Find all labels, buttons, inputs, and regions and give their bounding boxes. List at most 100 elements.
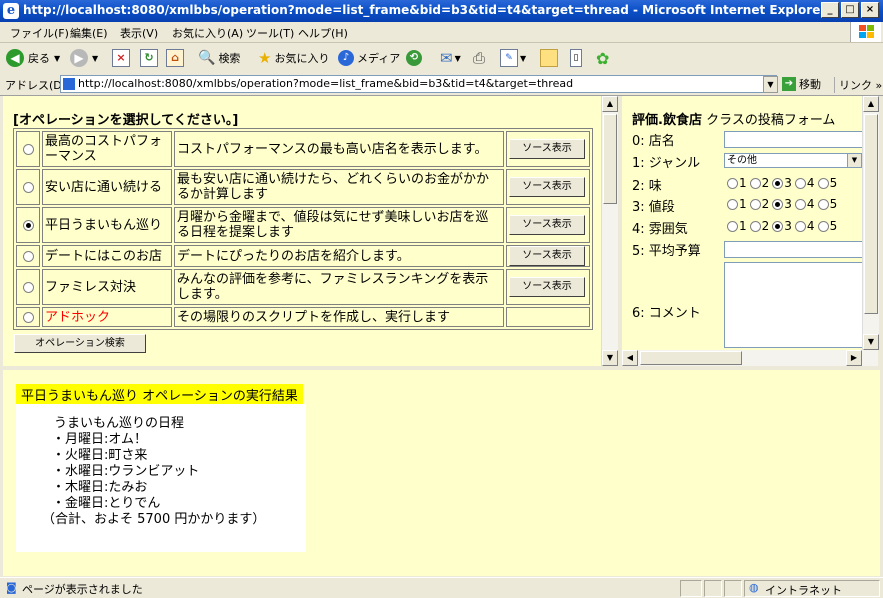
source-view-button[interactable]: ソース表示 [509,246,585,266]
operation-radio[interactable] [22,219,34,231]
favorites-button[interactable]: ★ お気に入り [258,47,329,69]
stop-icon: × [112,49,130,67]
rating-option[interactable]: 5 [817,176,837,190]
back-button[interactable]: ◀ 戻る ▼ [6,47,60,69]
rating-radio[interactable] [772,198,784,210]
ie-logo-icon: e [3,3,19,19]
rating-radio[interactable] [817,220,829,232]
print-button[interactable]: ⎙ [473,47,485,69]
rating-radio[interactable] [727,177,738,189]
budget-input[interactable] [724,241,862,258]
form-frame-hscrollbar[interactable]: ◀ ▶ [622,350,878,366]
menu-edit[interactable]: 編集(E) [70,25,108,41]
address-bar: アドレス(D) http://localhost:8080/xmlbbs/ope… [0,73,883,96]
source-view-button[interactable]: ソース表示 [509,177,585,197]
address-input[interactable]: http://localhost:8080/xmlbbs/operation?m… [60,75,777,93]
rating-radio[interactable] [749,198,761,210]
scroll-down-arrow[interactable]: ▼ [602,350,618,366]
rating-label: 3 [784,176,792,190]
rating-radio[interactable] [749,177,761,189]
go-button[interactable]: ➔ 移動 [782,76,821,92]
close-button[interactable]: × [861,2,879,18]
rating-radio[interactable] [817,177,829,189]
rating-radio[interactable] [727,220,738,232]
scroll-thumb[interactable] [864,114,878,314]
icq-button[interactable]: ✿ [596,47,609,69]
field-label-name: 0: 店名 [632,134,675,149]
rating-option[interactable]: 5 [817,219,837,233]
refresh-button[interactable]: ↻ [140,47,158,69]
rating-option[interactable]: 1 [727,219,747,233]
operation-radio[interactable] [22,143,34,155]
rating-radio[interactable] [794,177,806,189]
forward-button[interactable]: ▶ ▼ [70,47,98,69]
mail-button[interactable]: ✉ ▼ [440,47,461,69]
rating-option[interactable]: 3 [772,219,792,233]
discuss-button[interactable] [540,47,558,69]
rating-option[interactable]: 3 [772,197,792,211]
comment-textarea[interactable] [724,262,862,348]
form-frame-vscrollbar[interactable]: ▲ ▼ [862,96,879,350]
chevron-down-icon: ▼ [92,53,99,63]
media-button[interactable]: ♪ メディア [338,47,400,69]
home-button[interactable]: ⌂ [166,47,184,69]
scroll-left-arrow[interactable]: ◀ [622,350,638,366]
search-label: 検索 [218,52,241,65]
rating-radio[interactable] [772,177,784,189]
window-title: http://localhost:8080/xmlbbs/operation?m… [23,3,827,17]
operation-source-cell: ソース表示 [506,207,590,243]
status-segment [680,580,702,597]
rating-option[interactable]: 1 [727,197,747,211]
menu-tools[interactable]: ツール(T) [246,25,294,41]
rating-option[interactable]: 1 [727,176,747,190]
rating-option[interactable]: 4 [794,197,815,211]
scroll-thumb[interactable] [603,114,617,204]
menu-help[interactable]: ヘルプ(H) [298,25,348,41]
operation-name: デートにはこのお店 [42,245,172,267]
stop-button[interactable]: × [112,47,130,69]
menu-favorites[interactable]: お気に入り(A) [172,25,243,41]
menu-file[interactable]: ファイル(F) [10,25,69,41]
source-view-button[interactable]: ソース表示 [509,277,585,297]
rating-option[interactable]: 4 [794,219,815,233]
scroll-up-arrow[interactable]: ▲ [602,96,618,112]
operation-frame-scrollbar[interactable]: ▲ ▼ [601,96,618,366]
scroll-thumb[interactable] [640,351,742,365]
rating-option[interactable]: 2 [749,176,769,190]
source-view-button[interactable]: ソース表示 [509,139,585,159]
rating-radio[interactable] [794,198,806,210]
rating-radio[interactable] [727,198,738,210]
operation-radio[interactable] [22,181,34,193]
operation-radio[interactable] [22,281,34,293]
history-button[interactable]: ⟲ [406,47,422,69]
scroll-right-arrow[interactable]: ▶ [846,350,862,366]
minimize-button[interactable]: _ [821,2,839,18]
links-button[interactable]: リンク » [834,77,882,93]
rating-radio[interactable] [794,220,806,232]
atmosphere-radio-group: 12345 [727,219,840,233]
maximize-button[interactable]: □ [841,2,859,18]
rating-option[interactable]: 5 [817,197,837,211]
rating-option[interactable]: 3 [772,176,792,190]
address-dropdown[interactable]: ▼ [763,76,778,93]
operation-description: 月曜から金曜まで、値段は気にせず美味しいお店を巡る日程を提案します [174,207,504,243]
menu-view[interactable]: 表示(V) [120,25,158,41]
operation-search-button[interactable]: オペレーション検索 [14,334,146,353]
source-view-button[interactable]: ソース表示 [509,215,585,235]
messenger-button[interactable]: ▯ [570,47,582,69]
search-button[interactable]: 🔍 検索 [198,47,240,69]
rating-radio[interactable] [817,198,829,210]
name-input[interactable] [724,131,862,148]
scroll-up-arrow[interactable]: ▲ [863,96,879,112]
genre-select[interactable]: その他 ▼ [724,153,862,168]
rating-radio[interactable] [772,220,784,232]
rating-radio[interactable] [749,220,761,232]
rating-option[interactable]: 2 [749,197,769,211]
scroll-down-arrow[interactable]: ▼ [863,334,879,350]
operation-radio[interactable] [22,311,34,323]
rating-option[interactable]: 2 [749,219,769,233]
operation-radio[interactable] [22,250,34,262]
rating-option[interactable]: 4 [794,176,815,190]
edit-button[interactable]: ✎ ▼ [500,47,526,69]
operation-name: 最高のコストパフォーマンス [42,131,172,167]
